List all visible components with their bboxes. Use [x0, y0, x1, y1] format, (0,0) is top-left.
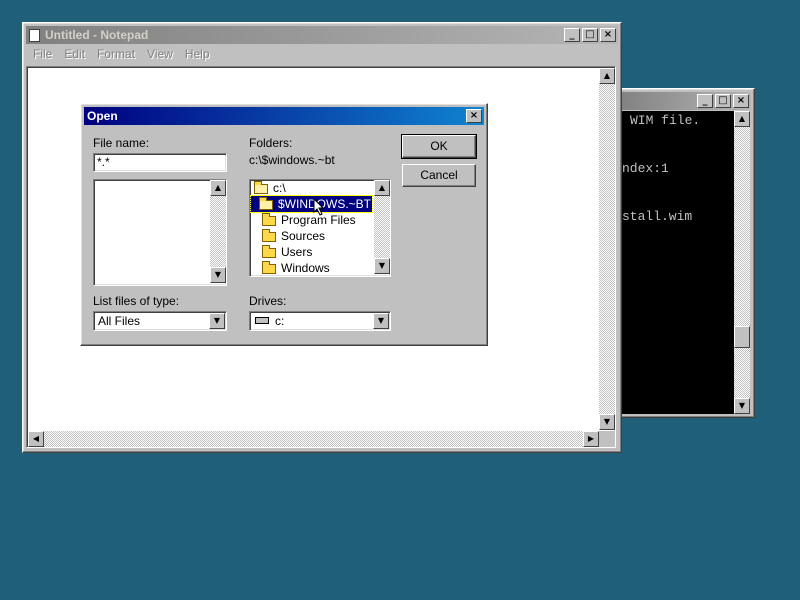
minimize-button[interactable]: _	[697, 94, 713, 108]
current-path: c:\$windows.~bt	[249, 153, 335, 167]
vertical-scrollbar[interactable]: ▲ ▼	[599, 68, 615, 430]
folder-item[interactable]: c:\	[254, 180, 286, 196]
file-type-value: All Files	[98, 314, 141, 328]
menu-view[interactable]: View	[141, 47, 179, 61]
console-line: stall.wim	[622, 209, 693, 224]
menu-bar: File Edit Format View Help	[27, 45, 216, 63]
close-button[interactable]: ×	[733, 94, 749, 108]
maximize-button[interactable]: □	[582, 28, 598, 42]
open-dialog[interactable]: Open × File name: *.* ▲ ▼ Folders: c:\$w…	[80, 103, 488, 346]
minimize-button[interactable]: _	[564, 28, 580, 42]
folder-item[interactable]: Sources	[262, 228, 325, 244]
dialog-titlebar[interactable]: Open ×	[84, 107, 484, 125]
file-name-input[interactable]: *.*	[93, 153, 227, 172]
scroll-up-arrow-icon[interactable]: ▲	[374, 180, 390, 196]
folder-item-selected[interactable]: $WINDOWS.~BT	[250, 195, 373, 213]
folders-label: Folders:	[249, 136, 293, 150]
scroll-down-arrow-icon[interactable]: ▼	[210, 267, 226, 283]
drives-select[interactable]: c: ▼	[249, 311, 391, 331]
folder-label: Users	[281, 245, 313, 259]
file-list[interactable]: ▲ ▼	[93, 179, 227, 286]
menu-edit[interactable]: Edit	[58, 47, 91, 61]
console-output[interactable]: WIM file. ndex:1 stall.wim	[616, 111, 734, 414]
console-titlebar[interactable]: _ □ ×	[616, 92, 751, 110]
folder-label: Sources	[281, 229, 326, 243]
file-type-select[interactable]: All Files ▼	[93, 311, 227, 331]
file-name-label: File name:	[93, 136, 150, 150]
cancel-button[interactable]: Cancel	[402, 164, 476, 187]
open-folder-icon	[259, 196, 273, 210]
dropdown-arrow-icon[interactable]: ▼	[209, 313, 225, 329]
scroll-right-arrow-icon[interactable]: ▶	[583, 431, 599, 447]
file-list-scrollbar[interactable]: ▲ ▼	[210, 180, 226, 283]
window-title: Untitled - Notepad	[45, 28, 149, 42]
file-type-label: List files of type:	[93, 294, 180, 308]
scroll-left-arrow-icon[interactable]: ◀	[28, 431, 44, 447]
console-line: WIM file.	[630, 113, 701, 128]
size-grip[interactable]	[599, 431, 615, 447]
scroll-down-arrow-icon[interactable]: ▼	[734, 398, 750, 414]
folder-label: c:\	[273, 181, 286, 195]
folder-item[interactable]: Windows	[262, 260, 330, 276]
folder-icon	[262, 228, 276, 242]
console-line: ndex:1	[622, 161, 669, 176]
drive-icon	[255, 317, 269, 324]
folder-label: Windows	[281, 261, 330, 275]
file-name-value: *.*	[97, 155, 110, 169]
notepad-icon	[29, 28, 40, 42]
dialog-title: Open	[87, 109, 118, 123]
dropdown-arrow-icon[interactable]: ▼	[373, 313, 389, 329]
folder-item[interactable]: Users	[262, 244, 312, 260]
ok-button[interactable]: OK	[401, 134, 477, 159]
scroll-up-arrow-icon[interactable]: ▲	[734, 111, 750, 127]
scroll-down-arrow-icon[interactable]: ▼	[599, 414, 615, 430]
mouse-pointer-icon	[313, 198, 325, 216]
scroll-up-arrow-icon[interactable]: ▲	[210, 180, 226, 196]
notepad-titlebar[interactable]: Untitled - Notepad _ □ ×	[26, 26, 618, 44]
menu-format[interactable]: Format	[91, 47, 141, 61]
drives-value: c:	[275, 314, 285, 328]
folder-tree-scrollbar[interactable]: ▲ ▼	[374, 180, 390, 274]
menu-file[interactable]: File	[27, 47, 58, 61]
scroll-up-arrow-icon[interactable]: ▲	[599, 68, 615, 84]
folder-item[interactable]: Program Files	[262, 212, 356, 228]
horizontal-scrollbar[interactable]: ◀ ▶	[28, 431, 599, 447]
drives-label: Drives:	[249, 294, 287, 308]
folder-icon	[262, 212, 276, 226]
close-button[interactable]: ×	[600, 28, 616, 42]
open-folder-icon	[254, 180, 268, 194]
maximize-button[interactable]: □	[715, 94, 731, 108]
close-button[interactable]: ×	[466, 109, 482, 123]
scroll-down-arrow-icon[interactable]: ▼	[374, 258, 390, 274]
folder-icon	[262, 244, 276, 258]
scroll-thumb[interactable]	[734, 326, 750, 348]
folder-icon	[262, 260, 276, 274]
console-scrollbar[interactable]: ▲ ▼	[734, 111, 750, 414]
folder-tree[interactable]: c:\ $WINDOWS.~BT Program Files Sources U…	[249, 179, 391, 277]
menu-help[interactable]: Help	[179, 47, 216, 61]
console-window[interactable]: _ □ × WIM file. ndex:1 stall.wim ▲ ▼	[612, 88, 755, 418]
